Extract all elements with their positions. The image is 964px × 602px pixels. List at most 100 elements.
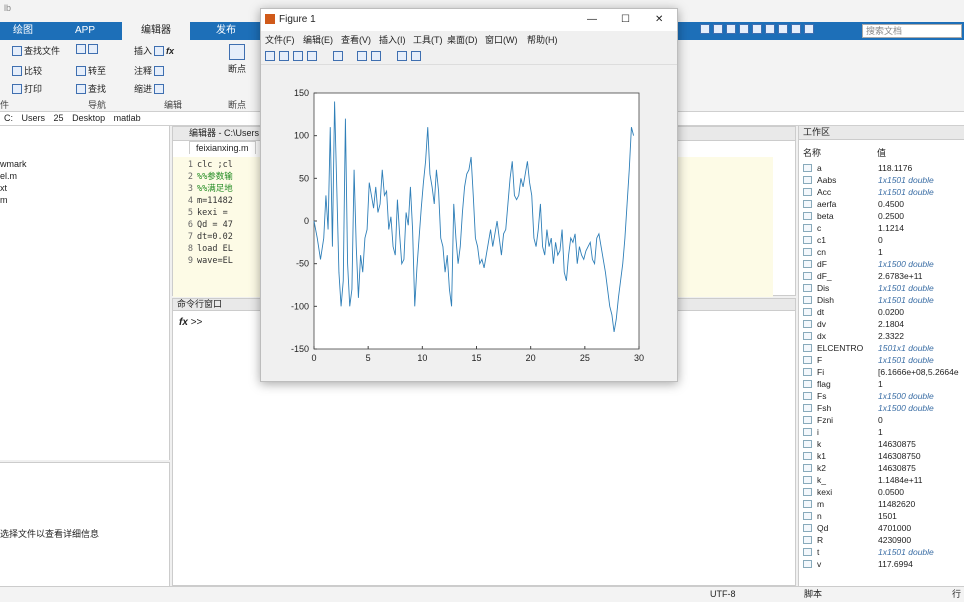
figure-menu-item[interactable]: 插入(I) xyxy=(379,33,406,46)
figure-menu-item[interactable]: 编辑(E) xyxy=(303,33,333,46)
workspace-var-row[interactable]: ELCENTRO 1501x1 double xyxy=(803,342,964,354)
print-button[interactable]: 打印 xyxy=(12,82,42,95)
workspace-var-row[interactable]: Fsh 1x1500 double xyxy=(803,402,964,414)
workspace-var-row[interactable]: v 117.6994 xyxy=(803,558,964,570)
var-name: aerfa xyxy=(817,199,837,209)
workspace-var-row[interactable]: R 4230900 xyxy=(803,534,964,546)
workspace-var-row[interactable]: k2 14630875 xyxy=(803,462,964,474)
tab-editor[interactable]: 编辑器 xyxy=(122,22,190,40)
new-figure-icon[interactable] xyxy=(265,51,275,61)
legend-icon[interactable] xyxy=(371,51,381,61)
workspace-var-row[interactable]: dF_ 2.6783e+11 xyxy=(803,270,964,282)
workspace-var-row[interactable]: beta 0.2500 xyxy=(803,210,964,222)
address-part[interactable]: 25 xyxy=(54,113,64,123)
workspace-var-row[interactable]: flag 1 xyxy=(803,378,964,390)
compare-button[interactable]: 比较 xyxy=(12,64,42,77)
switch-window-icon[interactable] xyxy=(778,24,788,34)
line-chart[interactable]: 0 5 10 15 20 25 30 150 100 50 0 -50 -100 -150 xyxy=(261,65,677,381)
workspace-var-row[interactable]: k_ 1.1484e+11 xyxy=(803,474,964,486)
workspace-var-row[interactable]: dF 1x1500 double xyxy=(803,258,964,270)
property-editor-icon[interactable] xyxy=(411,51,421,61)
copy-icon[interactable] xyxy=(726,24,736,34)
file-item[interactable]: xt xyxy=(0,182,27,194)
details-panel: 选择文件以查看详细信息 xyxy=(0,462,170,586)
search-docs-input[interactable]: 搜索文档 xyxy=(862,24,962,38)
workspace-col-name[interactable]: 名称 xyxy=(803,146,821,159)
workspace-var-row[interactable]: c1 0 xyxy=(803,234,964,246)
workspace-var-row[interactable]: Acc 1x1501 double xyxy=(803,186,964,198)
back-forward-buttons[interactable] xyxy=(76,44,98,54)
workspace-var-row[interactable]: Qd 4701000 xyxy=(803,522,964,534)
workspace-var-row[interactable]: dv 2.1804 xyxy=(803,318,964,330)
workspace-col-value[interactable]: 值 xyxy=(877,146,886,159)
workspace-var-row[interactable]: kexi 0.0500 xyxy=(803,486,964,498)
workspace-var-row[interactable]: k 14630875 xyxy=(803,438,964,450)
redo-icon[interactable] xyxy=(765,24,775,34)
figure-menu-item[interactable]: 查看(V) xyxy=(341,33,371,46)
workspace-var-row[interactable]: Aabs 1x1501 double xyxy=(803,174,964,186)
workspace-var-row[interactable]: t 1x1501 double xyxy=(803,546,964,558)
close-icon[interactable]: ✕ xyxy=(655,9,663,31)
breakpoints-button[interactable]: 断点 xyxy=(228,44,246,75)
figure-menu-item[interactable]: 桌面(D) xyxy=(447,33,478,46)
workspace-var-row[interactable]: Fi [6.1666e+08,5.2664e xyxy=(803,366,964,378)
maximize-icon[interactable]: ☐ xyxy=(621,9,630,31)
tab-publish[interactable]: 发布 xyxy=(208,22,244,40)
workspace-var-row[interactable]: dx 2.3322 xyxy=(803,330,964,342)
goto-button[interactable]: 转至 xyxy=(76,64,106,77)
address-part[interactable]: Users xyxy=(22,113,46,123)
cut-icon[interactable] xyxy=(713,24,723,34)
address-part[interactable]: matlab xyxy=(114,113,141,123)
workspace-var-row[interactable]: m 11482620 xyxy=(803,498,964,510)
indent-button[interactable]: 缩进 xyxy=(134,82,165,95)
command-prompt[interactable]: fx >> xyxy=(179,317,202,328)
print-figure-icon[interactable] xyxy=(307,51,317,61)
figure-window: Figure 1 — ☐ ✕ 文件(F) 编辑(E) 查看(V) 插入(I) 工具(T)… xyxy=(260,8,678,382)
var-name: dv xyxy=(817,319,826,329)
figure-title: Figure 1 xyxy=(279,14,316,25)
help-icon[interactable] xyxy=(791,24,801,34)
workspace-var-row[interactable]: F 1x1501 double xyxy=(803,354,964,366)
workspace-var-row[interactable]: dt 0.0200 xyxy=(803,306,964,318)
find-files-button[interactable]: 查找文件 xyxy=(12,44,60,57)
workspace-var-row[interactable]: k1 146308750 xyxy=(803,450,964,462)
comment-button[interactable]: 注释 xyxy=(134,64,165,77)
save-figure-icon[interactable] xyxy=(293,51,303,61)
colorbar-icon[interactable] xyxy=(357,51,367,61)
find-button[interactable]: 查找 xyxy=(76,82,106,95)
tab-plot[interactable]: 绘图 xyxy=(8,22,38,40)
paste-icon[interactable] xyxy=(739,24,749,34)
figure-menu-item[interactable]: 工具(T) xyxy=(413,33,443,46)
minimize-icon[interactable]: — xyxy=(587,9,597,31)
var-value: 0.0200 xyxy=(878,307,904,317)
open-file-icon[interactable] xyxy=(279,51,289,61)
workspace-var-row[interactable]: Dis 1x1501 double xyxy=(803,282,964,294)
file-item[interactable]: wmark xyxy=(0,158,27,170)
workspace-var-row[interactable]: i1 xyxy=(803,426,964,438)
workspace-var-row[interactable]: Fs 1x1500 double xyxy=(803,390,964,402)
workspace-var-row[interactable]: aerfa 0.4500 xyxy=(803,198,964,210)
settings-icon[interactable] xyxy=(804,24,814,34)
workspace-var-row[interactable]: n 1501 xyxy=(803,510,964,522)
figure-menu-item[interactable]: 文件(F) xyxy=(265,33,295,46)
file-item[interactable]: el.m xyxy=(0,170,27,182)
pointer-icon[interactable] xyxy=(397,51,407,61)
address-part[interactable]: C: xyxy=(4,113,13,123)
tab-app[interactable]: APP xyxy=(70,22,100,40)
file-item[interactable]: m xyxy=(0,194,27,206)
workspace-var-row[interactable]: Dish 1x1501 double xyxy=(803,294,964,306)
workspace-var-row[interactable]: c 1.1214 xyxy=(803,222,964,234)
workspace-var-row[interactable]: cn 1 xyxy=(803,246,964,258)
address-part[interactable]: Desktop xyxy=(72,113,105,123)
var-value: 2.3322 xyxy=(878,331,904,341)
workspace-var-row[interactable]: Fzni 0 xyxy=(803,414,964,426)
link-plot-icon[interactable] xyxy=(333,51,343,61)
save-icon[interactable] xyxy=(700,24,710,34)
undo-icon[interactable] xyxy=(752,24,762,34)
insert-button[interactable]: 插入 fx xyxy=(134,44,174,57)
figure-menu-item[interactable]: 窗口(W) xyxy=(485,33,518,46)
workspace-var-row[interactable]: a 118.1176 xyxy=(803,162,964,174)
editor-file-tab[interactable]: feixianxing.m xyxy=(189,141,256,154)
figure-menu-item[interactable]: 帮助(H) xyxy=(527,33,558,46)
fx-icon: fx xyxy=(179,317,188,328)
